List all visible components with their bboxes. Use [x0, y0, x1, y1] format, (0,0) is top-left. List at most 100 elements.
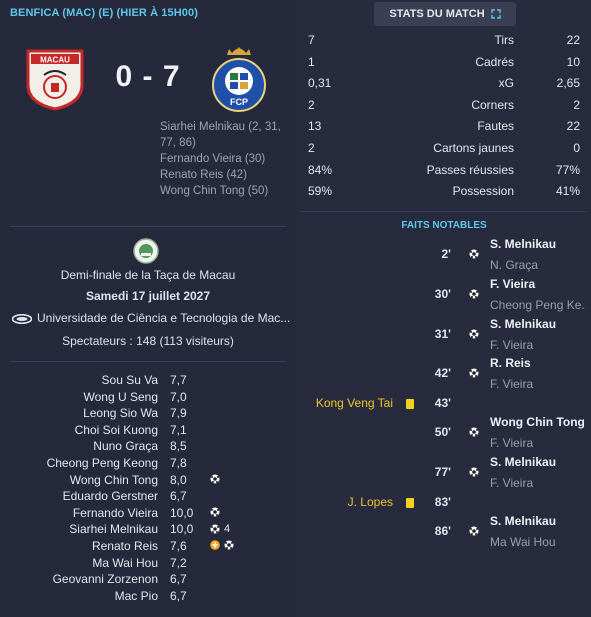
stat-home: 0,31 [308, 76, 332, 91]
player-rating-row[interactable]: Nuno Graça 8,5 [0, 438, 296, 455]
goal-count: 4 [224, 523, 231, 536]
event-goal[interactable]: 31' S. Melnikau F. Vieira [297, 315, 591, 353]
player-rating-row[interactable]: Ma Wai Hou 7,2 [0, 555, 296, 572]
notable-events-title: FAITS NOTABLES [401, 220, 487, 231]
player-rating-row[interactable]: Siarhei Melnikau 10,0 4 [0, 521, 296, 538]
event-assist[interactable]: Ma Wai Hou [490, 535, 586, 549]
event-home-player[interactable]: Kong Veng Tai [316, 396, 393, 410]
player-name[interactable]: Eduardo Gerstner [63, 489, 158, 503]
player-rating: 7,8 [170, 455, 187, 470]
event-player[interactable]: S. Melnikau [490, 317, 556, 331]
player-rating-row[interactable]: Geovanni Zorzenon 6,7 [0, 571, 296, 588]
player-name[interactable]: Fernando Vieira [73, 506, 158, 520]
player-name[interactable]: Wong U Seng [84, 390, 159, 404]
venue[interactable]: Universidade de Ciência e Tecnologia de … [12, 311, 292, 325]
stat-row: 13 Fautes 22 [308, 119, 580, 141]
player-rating-row[interactable]: Wong U Seng 7,0 [0, 389, 296, 406]
match-stats-button[interactable]: STATS DU MATCH [374, 2, 516, 26]
goal-ball-icon [469, 329, 479, 339]
event-goal[interactable]: 86' S. Melnikau Ma Wai Hou [297, 512, 591, 550]
player-rating: 6,7 [170, 572, 187, 587]
event-goal[interactable]: 30' F. Vieira Cheong Peng Ke... [297, 275, 591, 313]
player-name[interactable]: Ma Wai Hou [92, 556, 158, 570]
player-rating: 10,0 [170, 522, 194, 537]
match-score: 0 - 7 [115, 60, 181, 93]
stat-away: 2,65 [556, 76, 580, 91]
event-player[interactable]: R. Reis [490, 356, 531, 370]
goal-ball-icon [224, 540, 234, 550]
player-rating-row[interactable]: Eduardo Gerstner 6,7 [0, 488, 296, 505]
stat-row: 59% Possession 41% [308, 184, 580, 206]
event-assist[interactable]: F. Vieira [490, 436, 586, 450]
goal-ball-icon [469, 289, 479, 299]
away-club-crest[interactable]: FCP [210, 43, 268, 113]
scorer-line[interactable]: Fernando Vieira (30) [160, 151, 288, 167]
event-assist[interactable]: F. Vieira [490, 377, 586, 391]
event-home-player[interactable]: J. Lopes [348, 495, 393, 509]
expand-icon [490, 9, 501, 19]
player-rating-row[interactable]: Renato Reis 7,6 [0, 538, 296, 555]
player-name[interactable]: Choi Soi Kuong [75, 423, 158, 437]
stat-away: 2 [573, 97, 580, 112]
event-assist[interactable]: F. Vieira [490, 338, 586, 352]
spectators: Spectateurs : 148 (113 visiteurs) [62, 334, 234, 348]
player-name[interactable]: Leong Sio Wa [83, 406, 158, 420]
event-minute: 42' [434, 366, 451, 380]
event-yellow-card[interactable]: Kong Veng Tai 43' [297, 393, 591, 413]
event-assist[interactable]: Cheong Peng Ke... [490, 298, 586, 312]
stat-home: 84% [308, 162, 333, 177]
event-yellow-card[interactable]: J. Lopes 83' [297, 492, 591, 512]
event-assist[interactable]: N. Graça [490, 258, 586, 272]
player-rating: 6,7 [170, 588, 187, 603]
event-player[interactable]: Wong Chin Tong [490, 415, 585, 429]
stat-row: 1 Cadrés 10 [308, 55, 580, 77]
player-rating-row[interactable]: Cheong Peng Keong 7,8 [0, 455, 296, 472]
stat-label: Possession [452, 184, 514, 199]
event-goal[interactable]: 77' S. Melnikau F. Vieira [297, 453, 591, 491]
player-rating-row[interactable]: Sou Su Va 7,7 [0, 372, 296, 389]
match-stats-button-label: STATS DU MATCH [389, 8, 485, 20]
event-goal[interactable]: 50' Wong Chin Tong F. Vieira [297, 413, 591, 451]
match-date: Samedi 17 juillet 2027 [85, 289, 211, 303]
player-name[interactable]: Wong Chin Tong [70, 473, 158, 487]
stat-row: 84% Passes réussies 77% [308, 163, 580, 185]
player-name[interactable]: Siarhei Melnikau [69, 522, 158, 536]
player-rating-row[interactable]: Mac Pio 6,7 [0, 588, 296, 605]
player-rating: 7,6 [170, 538, 187, 553]
stat-home: 59% [308, 184, 333, 199]
event-player[interactable]: S. Melnikau [490, 237, 556, 251]
player-name[interactable]: Geovanni Zorzenon [53, 572, 158, 586]
player-name[interactable]: Nuno Graça [93, 439, 158, 453]
event-player[interactable]: F. Vieira [490, 277, 535, 291]
yellow-card-icon [406, 498, 414, 508]
player-name[interactable]: Sou Su Va [102, 373, 158, 387]
competition-name[interactable]: Demi-finale de la Taça de Macau [0, 268, 296, 282]
substitution-icon [210, 540, 220, 550]
event-goal[interactable]: 2' S. Melnikau N. Graça [297, 235, 591, 273]
divider [10, 361, 286, 362]
goal-ball-icon [210, 474, 220, 484]
player-name[interactable]: Mac Pio [115, 589, 158, 603]
player-rating: 8,0 [170, 472, 187, 487]
scorer-line[interactable]: Siarhei Melnikau (2, 31, [160, 119, 288, 135]
player-rating: 8,5 [170, 439, 187, 454]
scorer-line[interactable]: Renato Reis (42) [160, 167, 288, 183]
event-minute: 43' [434, 396, 451, 410]
competition-icon[interactable] [133, 238, 159, 264]
goal-ball-icon [469, 249, 479, 259]
player-rating-row[interactable]: Leong Sio Wa 7,9 [0, 405, 296, 422]
event-minute: 77' [434, 465, 451, 479]
stat-label: xG [498, 76, 514, 91]
player-rating-row[interactable]: Wong Chin Tong 8,0 [0, 472, 296, 489]
event-player[interactable]: S. Melnikau [490, 514, 556, 528]
player-rating-row[interactable]: Choi Soi Kuong 7,1 [0, 422, 296, 439]
scorer-line[interactable]: Wong Chin Tong (50) [160, 183, 288, 199]
player-rating-row[interactable]: Fernando Vieira 10,0 [0, 505, 296, 522]
player-name[interactable]: Cheong Peng Keong [47, 456, 158, 470]
home-club-crest[interactable]: MACAU [22, 45, 88, 111]
event-goal[interactable]: 42' R. Reis F. Vieira [297, 354, 591, 392]
player-name[interactable]: Renato Reis [92, 539, 158, 553]
event-assist[interactable]: F. Vieira [490, 476, 586, 490]
event-player[interactable]: S. Melnikau [490, 455, 556, 469]
event-minute: 30' [434, 287, 451, 301]
